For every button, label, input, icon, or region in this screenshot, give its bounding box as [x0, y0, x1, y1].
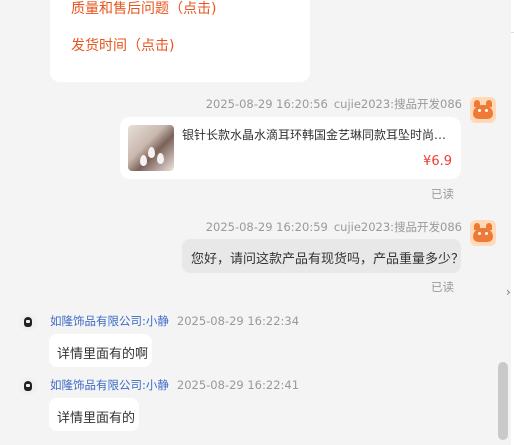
product-card[interactable]: 银针长款水晶水滴耳环韩国金艺琳同款耳坠时尚气质高... ¥6.9	[120, 117, 461, 179]
message-text: 详情里面有的啊	[57, 347, 149, 362]
message-meta: 如隆饰品有限公司:小静 2025-08-29 16:22:34	[50, 313, 299, 329]
sender-name: cujie2023:搜品开发086	[333, 97, 462, 111]
quick-reply-shipping[interactable]: 发货时间（点击)	[71, 35, 174, 55]
message-text: 您好，请问这款产品有现货吗，产品重量多少？	[191, 252, 465, 267]
seller-avatar[interactable]	[19, 377, 37, 395]
product-price: ¥6.9	[423, 154, 452, 169]
message-bubble-seller: 详情里面有的啊	[49, 334, 152, 367]
quick-reply-card: 质量和售后问题（点击) 发货时间（点击)	[50, 0, 310, 82]
message-meta: 2025-08-29 16:20:56 cujie2023:搜品开发086	[206, 96, 462, 112]
message-meta: 如隆饰品有限公司:小静 2025-08-29 16:22:41	[50, 377, 299, 393]
product-title: 银针长款水晶水滴耳环韩国金艺琳同款耳坠时尚气质高...	[182, 128, 452, 142]
seller-avatar[interactable]	[19, 313, 37, 331]
message-time: 2025-08-29 16:20:59	[205, 220, 328, 234]
user-avatar[interactable]	[470, 220, 496, 246]
message-bubble-self: 您好，请问这款产品有现货吗，产品重量多少？	[182, 239, 465, 273]
message-time: 2025-08-29 16:20:56	[205, 97, 328, 111]
message-time: 2025-08-29 16:22:34	[176, 314, 300, 328]
seller-name[interactable]: 如隆饰品有限公司:小静	[50, 378, 169, 392]
sender-name: cujie2023:搜品开发086	[333, 220, 462, 234]
message-time: 2025-08-29 16:22:41	[176, 378, 300, 392]
message-meta: 2025-08-29 16:20:59 cujie2023:搜品开发086	[206, 219, 462, 235]
message-bubble-seller: 详情里面有的	[49, 398, 139, 431]
user-avatar[interactable]	[470, 97, 496, 123]
chat-message-area: 质量和售后问题（点击) 发货时间（点击) 2025-08-29 16:20:56…	[0, 0, 514, 445]
seller-name[interactable]: 如隆饰品有限公司:小静	[50, 314, 169, 328]
scrollbar-thumb[interactable]	[498, 362, 508, 440]
quick-reply-quality[interactable]: 质量和售后问题（点击)	[71, 0, 216, 18]
read-status: 已读	[431, 280, 454, 294]
product-image	[128, 125, 174, 171]
message-text: 详情里面有的	[57, 411, 136, 426]
read-status: 已读	[431, 187, 454, 201]
